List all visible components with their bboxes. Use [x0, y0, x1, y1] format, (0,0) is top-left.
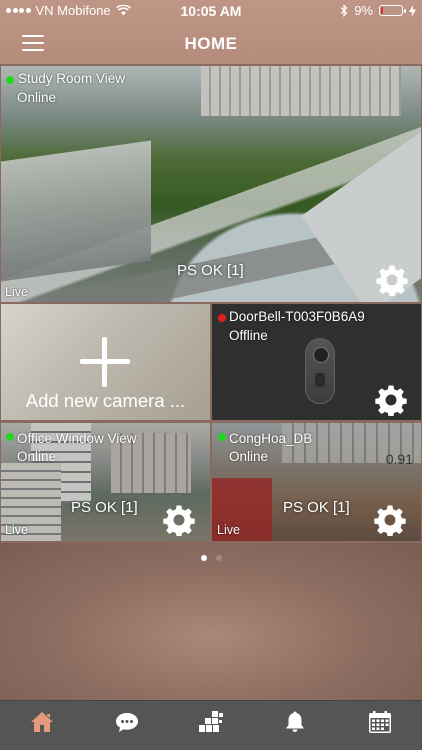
live-label: Live: [217, 523, 240, 537]
tab-notifications[interactable]: [253, 701, 337, 742]
camera-tile-doorbell[interactable]: DoorBell-T003F0B6A9 Offline: [212, 304, 421, 420]
ps-status: PS OK [1]: [283, 499, 350, 516]
calendar-icon: [368, 710, 391, 733]
camera-status: Offline: [229, 328, 268, 343]
camera-status: Online: [17, 449, 57, 464]
plus-icon: [80, 337, 130, 387]
gear-icon[interactable]: [375, 384, 407, 416]
camera-name: DoorBell-T003F0B6A9: [229, 309, 365, 324]
page-dot[interactable]: [215, 555, 222, 561]
grid-icon: [199, 710, 224, 732]
header: HOME: [0, 22, 422, 64]
online-status-dot: [6, 76, 14, 84]
online-status-dot: [218, 433, 226, 441]
add-camera-label: Add new camera ...: [25, 390, 186, 411]
doorbell-icon: [305, 338, 335, 404]
camera-name: Office Window View: [17, 431, 137, 446]
tab-bar: [0, 700, 422, 742]
tab-home[interactable]: [0, 701, 84, 742]
ps-status: PS OK [1]: [71, 499, 138, 516]
camera-tile-study-room[interactable]: Study Room View Online PS OK [1] Live: [1, 66, 421, 302]
overlay-reading: 0.91: [385, 451, 413, 467]
gear-icon[interactable]: [163, 504, 195, 536]
camera-name: Study Room View: [18, 71, 126, 86]
bell-icon: [286, 711, 305, 732]
camera-tile-office-window[interactable]: Office Window View Online PS OK [1] Live: [1, 423, 210, 541]
blurred-background: [0, 543, 422, 700]
camera-name: CongHoa_DB: [229, 431, 313, 446]
live-label: Live: [5, 523, 28, 537]
tab-calendar[interactable]: [338, 701, 422, 742]
offline-status-dot: [218, 314, 226, 322]
camera-tile-conghoa[interactable]: 0.91 CongHoa_DB Online PS OK [1] Live: [212, 423, 421, 541]
ps-status: PS OK [1]: [177, 262, 244, 279]
camera-status: Online: [229, 449, 269, 464]
tab-devices[interactable]: [169, 701, 253, 742]
add-camera-button[interactable]: Add new camera ...: [1, 304, 210, 420]
top-bar: VN Mobifone 10:05 AM 9% HOME: [0, 0, 422, 64]
page-dot[interactable]: [200, 555, 207, 561]
live-label: Live: [5, 285, 28, 299]
page-title: HOME: [184, 34, 238, 53]
home-indicator-area: [0, 742, 422, 750]
camera-status: Online: [17, 90, 57, 105]
gear-icon[interactable]: [376, 264, 408, 296]
online-status-dot: [6, 433, 14, 441]
battery-percent: 9%: [354, 3, 373, 18]
bluetooth-icon: [340, 4, 348, 17]
home-icon: [31, 711, 54, 732]
status-bar: VN Mobifone 10:05 AM 9%: [0, 0, 422, 22]
charging-icon: [409, 4, 416, 17]
page-indicator[interactable]: [0, 555, 422, 561]
tab-chat[interactable]: [84, 701, 168, 742]
chat-icon: [115, 712, 138, 732]
battery-icon: [379, 5, 406, 16]
gear-icon[interactable]: [374, 504, 406, 536]
